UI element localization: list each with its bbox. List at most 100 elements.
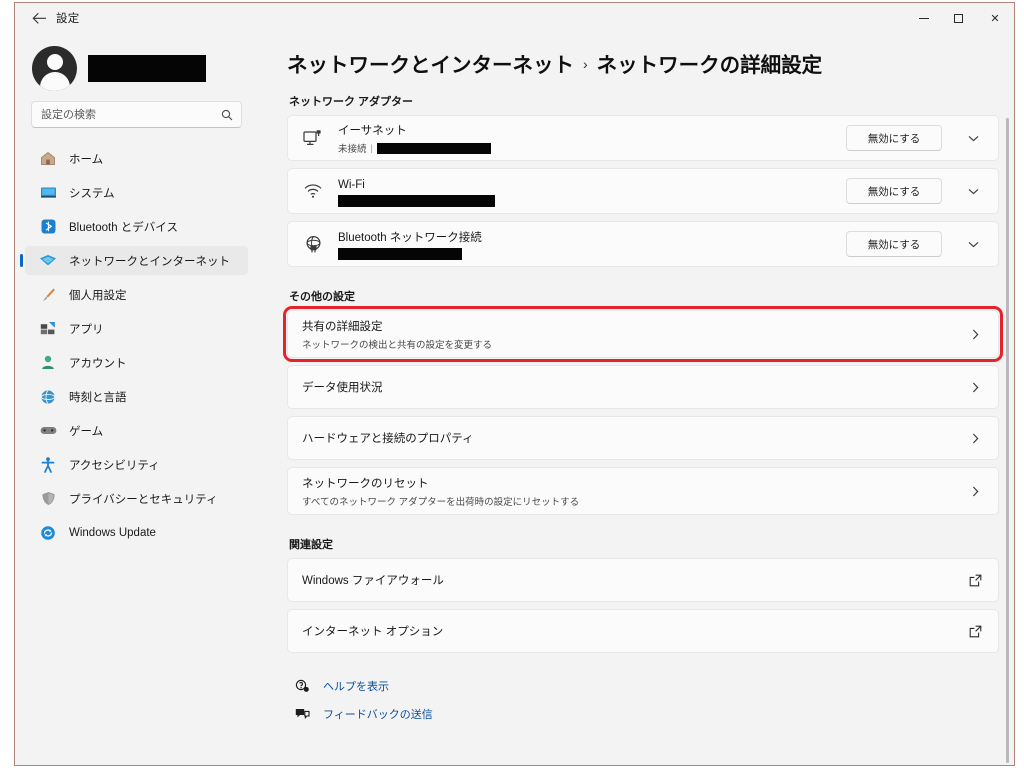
row-subtitle: ネットワークの検出と共有の設定を変更する (302, 337, 966, 351)
chevron-right-icon[interactable] (966, 486, 984, 497)
row-advanced-sharing-settings[interactable]: 共有の詳細設定 ネットワークの検出と共有の設定を変更する (287, 310, 999, 358)
maximize-button[interactable] (941, 3, 976, 33)
disable-button[interactable]: 無効にする (846, 231, 942, 257)
help-question-icon (293, 679, 311, 693)
sidebar-item-label: プライバシーとセキュリティ (69, 491, 218, 507)
disable-button[interactable]: 無効にする (846, 178, 942, 204)
get-help-link[interactable]: ヘルプを表示 (293, 675, 987, 697)
sidebar-nav: ホーム システム (15, 144, 258, 547)
sidebar-item-accessibility[interactable]: アクセシビリティ (25, 450, 248, 479)
arrow-left-icon (32, 12, 47, 25)
sidebar-item-label: 個人用設定 (69, 287, 127, 303)
account-person-icon (39, 354, 57, 372)
row-text: ネットワークのリセット すべてのネットワーク アダプターを出荷時の設定にリセット… (302, 474, 966, 509)
window-controls: ✕ (906, 3, 1014, 33)
row-windows-firewall[interactable]: Windows ファイアウォール (287, 558, 999, 602)
row-title: データ使用状況 (302, 382, 383, 394)
chevron-right-icon[interactable] (966, 382, 984, 393)
sidebar-item-label: アカウント (69, 355, 127, 371)
adapter-text: Bluetooth ネットワーク接続 (338, 228, 846, 261)
external-link-icon[interactable] (966, 574, 984, 587)
footer-link-label: フィードバックの送信 (323, 706, 433, 722)
send-feedback-link[interactable]: フィードバックの送信 (293, 703, 987, 725)
row-text: 共有の詳細設定 ネットワークの検出と共有の設定を変更する (302, 317, 966, 352)
adapter-detail-redacted (338, 248, 462, 260)
row-text: インターネット オプション (302, 622, 966, 641)
breadcrumb-current: ネットワークの詳細設定 (597, 48, 823, 78)
sidebar-item-bluetooth-devices[interactable]: Bluetooth とデバイス (25, 212, 248, 241)
wifi-icon (302, 183, 324, 199)
status-separator: | (371, 143, 373, 153)
adapter-status (338, 248, 846, 260)
section-heading-other: その他の設定 (289, 288, 987, 304)
chevron-down-icon[interactable] (962, 135, 984, 142)
row-title: 共有の詳細設定 (302, 321, 383, 333)
close-icon: ✕ (990, 12, 999, 25)
app-title: 設定 (56, 10, 79, 26)
search-input[interactable] (32, 102, 241, 127)
update-sync-icon (39, 524, 57, 542)
adapter-card-wifi[interactable]: Wi-Fi 無効にする (287, 168, 999, 214)
accessibility-icon (39, 456, 57, 474)
adapter-text: Wi-Fi (338, 175, 846, 208)
breadcrumb-parent[interactable]: ネットワークとインターネット (287, 48, 574, 78)
row-data-usage[interactable]: データ使用状況 (287, 365, 999, 409)
search-container (15, 95, 258, 128)
row-title: Windows ファイアウォール (302, 575, 444, 587)
chevron-right-icon[interactable] (966, 329, 984, 340)
minimize-button[interactable] (906, 3, 941, 33)
sidebar-item-system[interactable]: システム (25, 178, 248, 207)
sidebar-item-time-language[interactable]: 時刻と言語 (25, 382, 248, 411)
adapter-detail-redacted (338, 195, 495, 207)
avatar-head (47, 54, 63, 70)
search-icon[interactable] (221, 109, 233, 121)
external-link-icon[interactable] (966, 625, 984, 638)
row-network-reset[interactable]: ネットワークのリセット すべてのネットワーク アダプターを出荷時の設定にリセット… (287, 467, 999, 515)
section-heading-adapters: ネットワーク アダプター (289, 93, 987, 109)
adapter-status-text: 未接続 (338, 141, 367, 155)
shield-icon (39, 490, 57, 508)
adapter-card-bluetooth-network[interactable]: Bluetooth ネットワーク接続 無効にする (287, 221, 999, 267)
sidebar-item-home[interactable]: ホーム (25, 144, 248, 173)
ethernet-icon (302, 129, 324, 147)
sidebar-item-label: Bluetooth とデバイス (69, 219, 178, 235)
adapter-card-ethernet[interactable]: イーサネット 未接続 | 無効にする (287, 115, 999, 161)
adapter-detail-redacted (377, 143, 491, 154)
sidebar-item-apps[interactable]: アプリ (25, 314, 248, 343)
bluetooth-network-globe-icon (302, 235, 324, 254)
sidebar-item-privacy-security[interactable]: プライバシーとセキュリティ (25, 484, 248, 513)
section-heading-related: 関連設定 (289, 536, 987, 552)
account-name-redacted (88, 55, 206, 82)
adapter-name: Wi-Fi (338, 179, 365, 191)
adapter-status (338, 195, 846, 207)
bluetooth-icon (39, 218, 57, 236)
search-box[interactable] (31, 101, 242, 128)
row-internet-options[interactable]: インターネット オプション (287, 609, 999, 653)
sidebar-item-windows-update[interactable]: Windows Update (25, 518, 248, 547)
back-button[interactable] (24, 4, 54, 32)
avatar-body (40, 72, 70, 91)
title-bar: 設定 ✕ (15, 3, 1014, 33)
profile-block[interactable] (15, 33, 258, 95)
sidebar-item-network-internet[interactable]: ネットワークとインターネット (25, 246, 248, 275)
chevron-down-icon[interactable] (962, 241, 984, 248)
chevron-right-icon[interactable] (966, 433, 984, 444)
row-title: ハードウェアと接続のプロパティ (302, 433, 474, 445)
sidebar-item-gaming[interactable]: ゲーム (25, 416, 248, 445)
disable-button[interactable]: 無効にする (846, 125, 942, 151)
sidebar-item-personalization[interactable]: 個人用設定 (25, 280, 248, 309)
clock-globe-icon (39, 388, 57, 406)
close-button[interactable]: ✕ (976, 3, 1014, 33)
chevron-right-icon: › (583, 56, 588, 72)
sidebar-item-accounts[interactable]: アカウント (25, 348, 248, 377)
sidebar-item-label: ホーム (69, 151, 103, 167)
sidebar-item-label: ネットワークとインターネット (69, 253, 230, 269)
breadcrumb: ネットワークとインターネット › ネットワークの詳細設定 (287, 48, 987, 78)
avatar (32, 46, 77, 91)
content-scrollbar[interactable] (1003, 118, 1013, 766)
row-text: Windows ファイアウォール (302, 571, 966, 590)
chevron-down-icon[interactable] (962, 188, 984, 195)
row-text: ハードウェアと接続のプロパティ (302, 429, 966, 448)
row-hardware-connection-properties[interactable]: ハードウェアと接続のプロパティ (287, 416, 999, 460)
scrollbar-thumb[interactable] (1006, 118, 1009, 763)
